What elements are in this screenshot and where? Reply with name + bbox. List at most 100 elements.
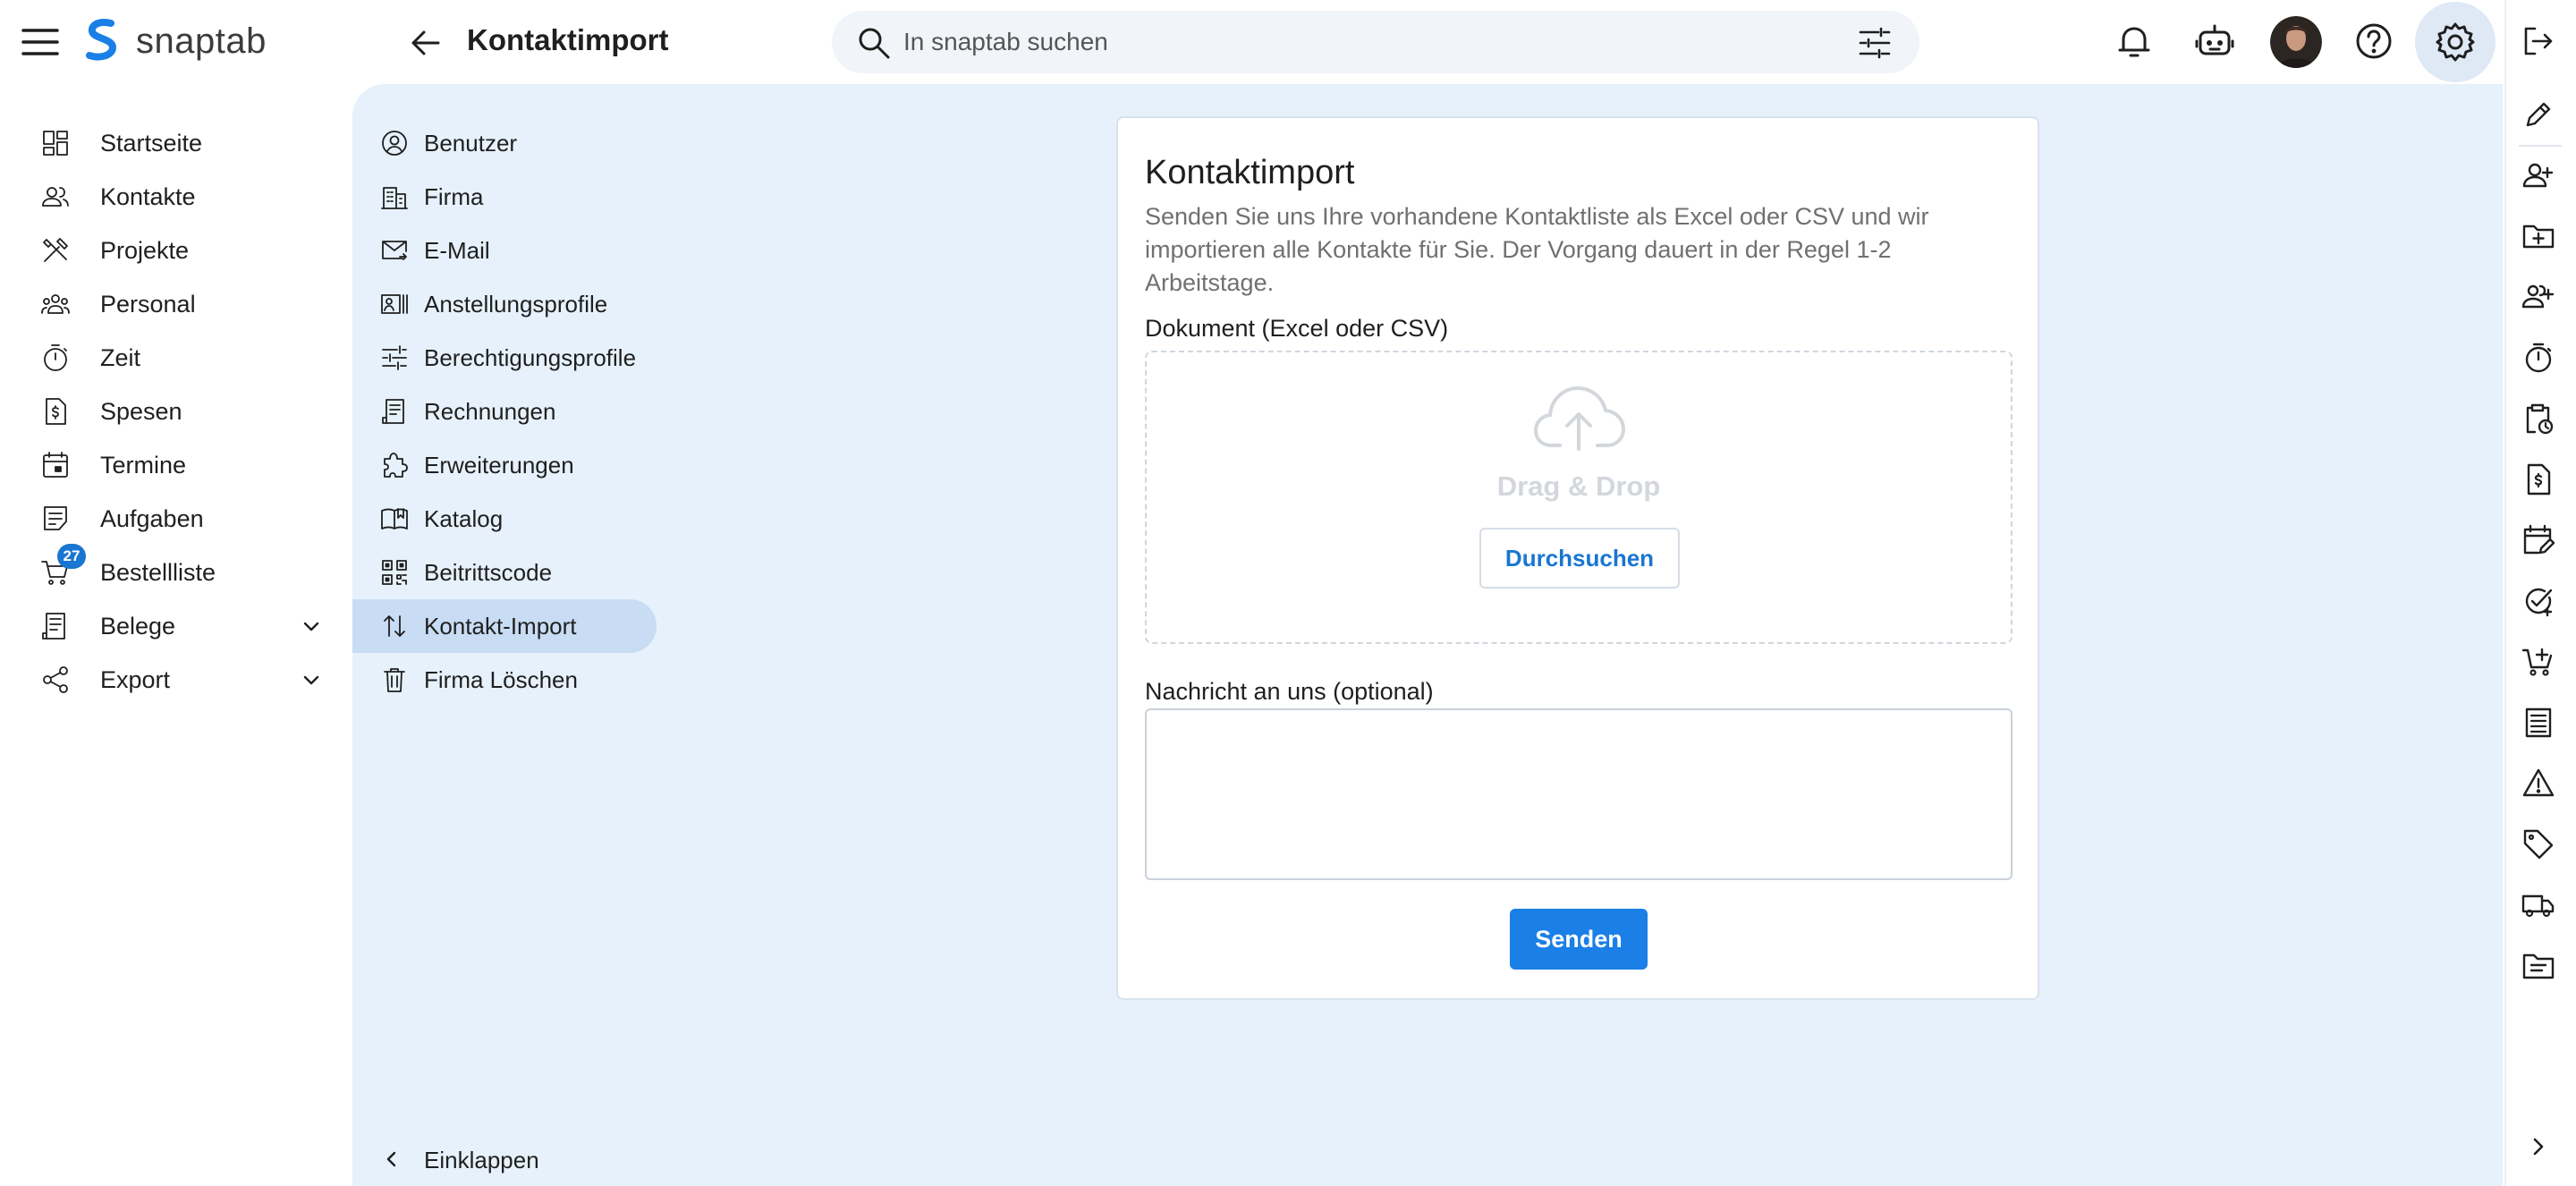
- sidebar-item-label: Export: [100, 665, 171, 693]
- rail-separator: [2519, 145, 2562, 147]
- sidebar-item-belege[interactable]: Belege: [0, 599, 352, 653]
- chevron-right-icon[interactable]: [2521, 1129, 2556, 1165]
- contacts-icon: [39, 181, 72, 213]
- add-person-icon[interactable]: [2521, 157, 2556, 193]
- sidebar-item-label: Kontakte: [100, 182, 196, 210]
- search-icon: [857, 26, 891, 60]
- add-folder-icon[interactable]: [2521, 218, 2556, 254]
- user-circle-icon: [379, 128, 410, 158]
- qr-code-icon: [379, 557, 410, 588]
- settings-item-berechtigungsprofile[interactable]: Berechtigungsprofile: [352, 331, 657, 385]
- hamburger-menu-icon[interactable]: [20, 25, 61, 59]
- sidebar-item-label: Projekte: [100, 236, 190, 264]
- search-bar: [832, 11, 1919, 73]
- settings-item-kontakt-import[interactable]: Kontakt-Import: [352, 599, 657, 653]
- pencil-icon[interactable]: [2521, 97, 2556, 132]
- settings-item-beitrittscode[interactable]: Beitrittscode: [352, 546, 657, 599]
- settings-item-katalog[interactable]: Katalog: [352, 492, 657, 546]
- add-group-icon[interactable]: [2521, 279, 2556, 315]
- settings-item-benutzer[interactable]: Benutzer: [352, 116, 657, 170]
- chevron-left-icon: [379, 1147, 404, 1172]
- clipboard-clock-icon[interactable]: [2521, 401, 2556, 436]
- collapse-button[interactable]: Einklappen: [352, 1132, 621, 1186]
- dashboard-icon: [39, 127, 72, 159]
- sidebar-item-bestellliste[interactable]: 27 Bestellliste: [0, 544, 352, 599]
- cloud-upload-icon: [1533, 379, 1626, 454]
- main-sidebar: Startseite Kontakte Projekte Personal Ze…: [0, 116, 352, 707]
- dropzone-text: Drag & Drop: [1496, 470, 1661, 502]
- top-bar: snaptab Kontaktimport: [0, 0, 2504, 84]
- page-title: Kontaktimport: [467, 23, 669, 56]
- settings-button[interactable]: [2415, 2, 2496, 82]
- filter-sliders-icon[interactable]: [1857, 25, 1893, 61]
- settings-item-label: Anstellungsprofile: [424, 290, 608, 318]
- card-title: Kontaktimport: [1145, 154, 1355, 191]
- file-dropzone[interactable]: Drag & Drop Durchsuchen: [1145, 351, 2012, 644]
- book-icon: [379, 504, 410, 534]
- sidebar-item-kontakte[interactable]: Kontakte: [0, 170, 352, 224]
- tag-icon[interactable]: [2521, 826, 2556, 862]
- settings-item-firma[interactable]: Firma: [352, 170, 657, 224]
- logout-icon[interactable]: [2521, 23, 2556, 59]
- tune-icon: [379, 343, 410, 373]
- folder-document-icon[interactable]: [2521, 948, 2556, 984]
- settings-item-anstellungsprofile[interactable]: Anstellungsprofile: [352, 277, 657, 331]
- tools-icon: [39, 234, 72, 267]
- id-card-icon: [379, 289, 410, 319]
- chevron-down-icon: [299, 667, 324, 692]
- warning-icon[interactable]: [2521, 766, 2556, 801]
- sidebar-item-startseite[interactable]: Startseite: [0, 116, 352, 170]
- trash-icon: [379, 665, 410, 695]
- message-field-label: Nachricht an uns (optional): [1145, 678, 1434, 705]
- task-check-add-icon[interactable]: [2521, 583, 2556, 619]
- sidebar-item-termine[interactable]: Termine: [0, 438, 352, 492]
- sidebar-item-zeit[interactable]: Zeit: [0, 331, 352, 385]
- settings-item-erweiterungen[interactable]: Erweiterungen: [352, 438, 657, 492]
- settings-item-rechnungen[interactable]: Rechnungen: [352, 385, 657, 438]
- settings-item-label: Katalog: [424, 504, 504, 532]
- app-name: snaptab: [136, 21, 267, 61]
- settings-item-label: Kontakt-Import: [424, 612, 577, 640]
- sidebar-item-projekte[interactable]: Projekte: [0, 224, 352, 277]
- message-textarea[interactable]: [1145, 708, 2012, 880]
- staff-icon: [39, 288, 72, 320]
- sidebar-item-spesen[interactable]: Spesen: [0, 385, 352, 438]
- sidebar-item-aufgaben[interactable]: Aufgaben: [0, 492, 352, 546]
- settings-item-firma-loeschen[interactable]: Firma Löschen: [352, 653, 657, 707]
- settings-item-label: Firma Löschen: [424, 665, 578, 693]
- gear-icon: [2434, 21, 2477, 64]
- user-avatar[interactable]: [2270, 16, 2322, 68]
- right-rail-divider: [2504, 0, 2506, 1186]
- expense-document-icon[interactable]: [2521, 462, 2556, 497]
- help-icon[interactable]: [2352, 20, 2395, 63]
- sidebar-item-label: Personal: [100, 290, 196, 318]
- robot-icon[interactable]: [2193, 20, 2236, 63]
- extension-icon: [379, 450, 410, 480]
- settings-item-email[interactable]: E-Mail: [352, 224, 657, 277]
- app-logo[interactable]: snaptab: [84, 18, 267, 64]
- settings-item-label: Berechtigungsprofile: [424, 343, 637, 371]
- sidebar-item-personal[interactable]: Personal: [0, 277, 352, 331]
- expense-icon: [39, 395, 72, 428]
- settings-item-label: Rechnungen: [424, 397, 556, 425]
- send-button[interactable]: Senden: [1510, 909, 1648, 970]
- back-arrow-icon[interactable]: [408, 25, 444, 61]
- bell-icon[interactable]: [2113, 20, 2156, 63]
- browse-button[interactable]: Durchsuchen: [1479, 528, 1680, 589]
- calendar-icon: [39, 449, 72, 481]
- list-document-icon[interactable]: [2521, 705, 2556, 741]
- add-to-cart-icon[interactable]: [2521, 644, 2556, 680]
- snaptab-logo-icon: [84, 18, 122, 64]
- calendar-edit-icon[interactable]: [2521, 522, 2556, 558]
- task-icon: [39, 503, 72, 535]
- sidebar-item-export[interactable]: Export: [0, 653, 352, 707]
- card-description: Senden Sie uns Ihre vorhandene Kontaktli…: [1145, 203, 1929, 296]
- timer-icon: [39, 342, 72, 374]
- sidebar-item-label: Spesen: [100, 397, 182, 425]
- search-input[interactable]: [903, 11, 1798, 73]
- delivery-truck-icon[interactable]: [2521, 887, 2556, 923]
- stopwatch-icon[interactable]: [2521, 340, 2556, 376]
- settings-item-label: Erweiterungen: [424, 451, 574, 479]
- settings-navigation: Benutzer Firma E-Mail Anstellungsprofile…: [352, 116, 657, 707]
- settings-item-label: Benutzer: [424, 129, 518, 157]
